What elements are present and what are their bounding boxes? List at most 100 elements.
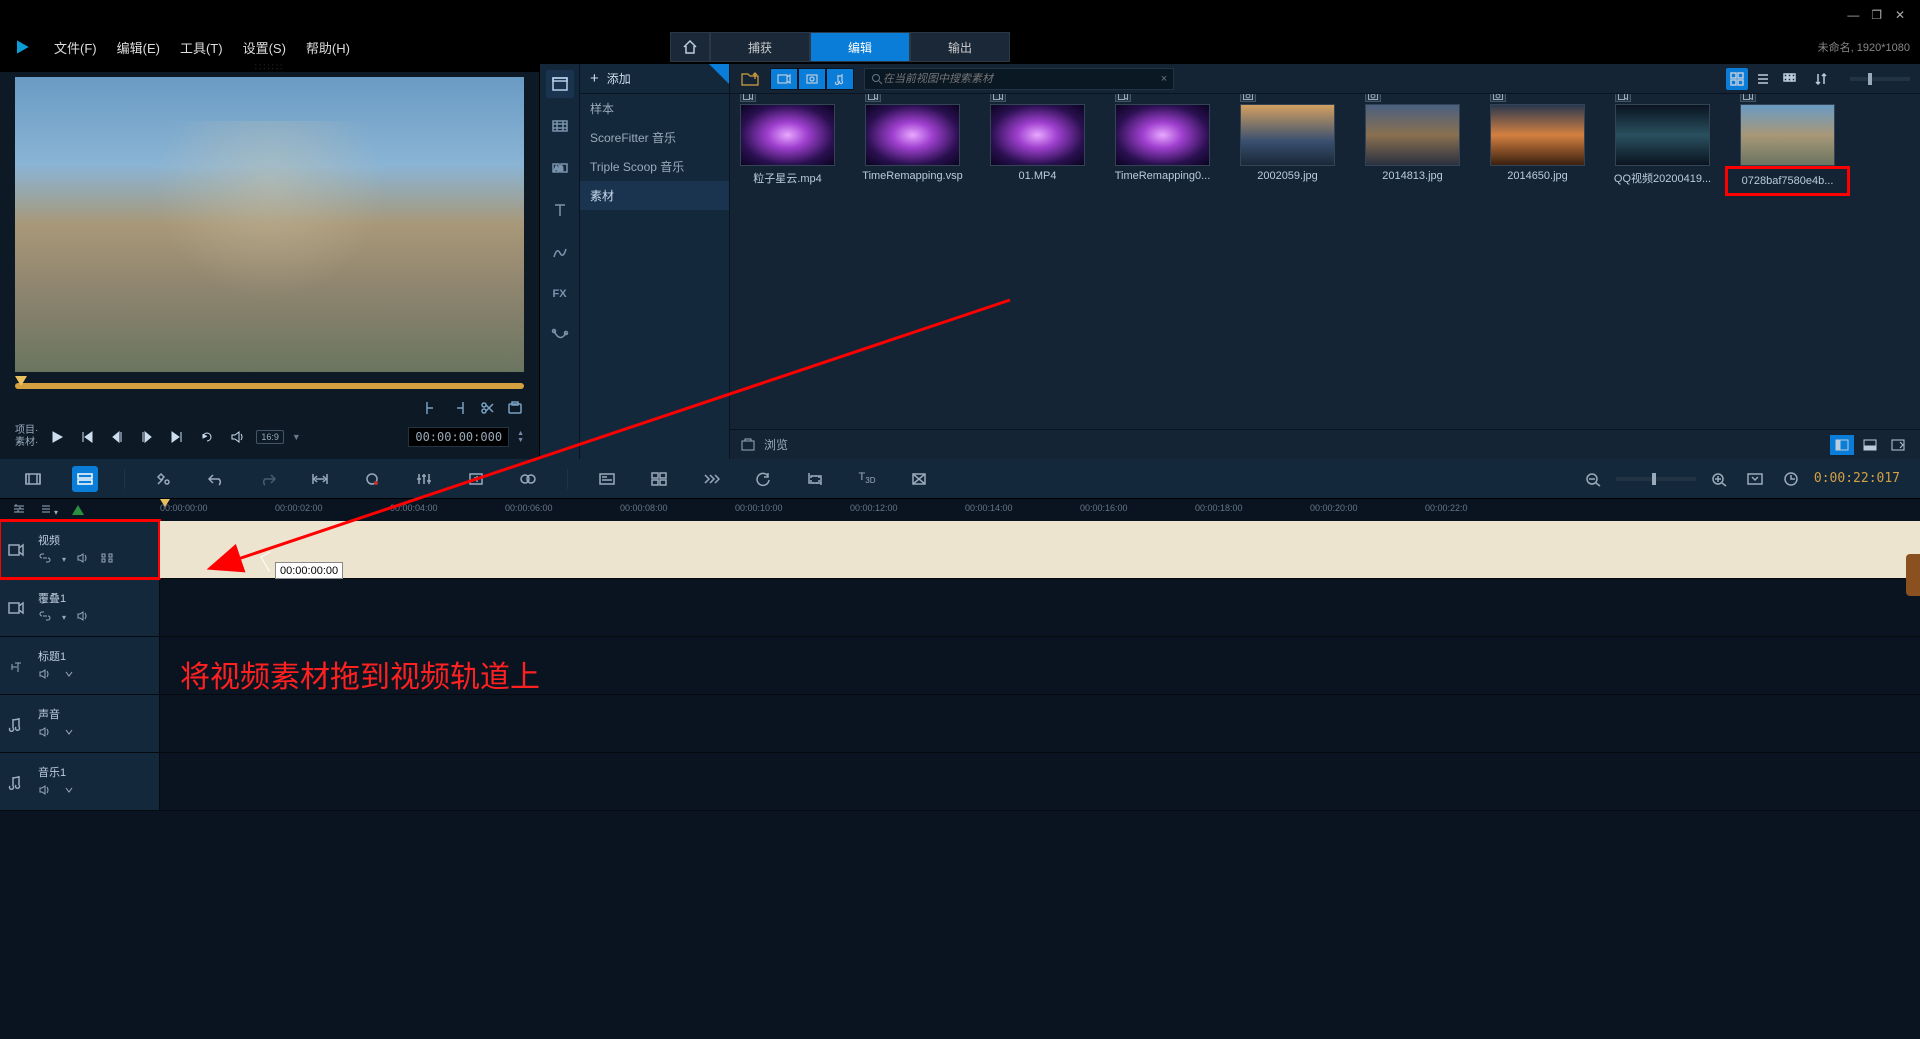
track-header[interactable]: 视频 ▾ [0, 521, 160, 578]
track-body[interactable] [160, 695, 1920, 752]
menu-edit[interactable]: 编辑(E) [117, 38, 160, 57]
mark-in-icon[interactable] [422, 399, 440, 417]
expand-icon[interactable] [62, 726, 76, 741]
multi-camera-icon[interactable] [515, 466, 541, 492]
panel-grip[interactable]: ::::::: [0, 64, 539, 72]
split-icon[interactable] [478, 399, 496, 417]
search-input[interactable] [883, 73, 1161, 85]
expand-icon[interactable] [62, 668, 76, 683]
loop-button[interactable] [196, 426, 218, 448]
rotate-icon[interactable] [750, 466, 776, 492]
chroma-icon[interactable] [906, 466, 932, 492]
track-header[interactable]: 声音 [0, 695, 160, 752]
tree-add-folder[interactable]: +添加 [580, 64, 729, 94]
thumbnail[interactable] [1115, 104, 1210, 166]
undo-icon[interactable] [203, 466, 229, 492]
library-item[interactable]: 2014650.jpg [1490, 104, 1585, 196]
mute-icon[interactable] [76, 610, 90, 625]
tab-capture[interactable]: 捕获 [710, 32, 810, 62]
thumbnail[interactable] [1615, 104, 1710, 166]
library-item[interactable]: TimeRemapping.vsp [865, 104, 960, 196]
pin-icon[interactable] [709, 64, 729, 84]
close-button[interactable]: ✕ [1890, 8, 1910, 22]
menu-file[interactable]: 文件(F) [54, 38, 97, 57]
menu-help[interactable]: 帮助(H) [306, 38, 350, 57]
category-transition-icon[interactable]: AB [546, 154, 574, 182]
preview-timecode[interactable]: 00:00:00:000 [408, 427, 509, 447]
category-media-icon[interactable] [546, 70, 574, 98]
library-item[interactable]: TimeRemapping0... [1115, 104, 1210, 196]
filter-audio-icon[interactable] [826, 68, 854, 90]
thumbnail[interactable] [1365, 104, 1460, 166]
library-item[interactable]: 2002059.jpg [1240, 104, 1335, 196]
category-graphic-icon[interactable] [546, 238, 574, 266]
thumbnail[interactable] [990, 104, 1085, 166]
category-title-icon[interactable] [546, 196, 574, 224]
menu-settings[interactable]: 设置(S) [243, 38, 286, 57]
track-list-icon[interactable]: ▾ [40, 503, 58, 518]
tool-settings-icon[interactable] [151, 466, 177, 492]
link-icon[interactable] [38, 610, 52, 625]
thumbnail[interactable] [740, 104, 835, 166]
category-path-icon[interactable] [546, 322, 574, 350]
mute-icon[interactable] [38, 668, 52, 683]
maximize-button[interactable]: ❐ [1867, 8, 1887, 22]
timeline-ruler[interactable]: 00:00:00:0000:00:02:0000:00:04:0000:00:0… [160, 499, 1920, 521]
panel-toggle-2-icon[interactable] [1858, 435, 1882, 455]
track-header[interactable]: 音乐1 [0, 753, 160, 810]
mute-icon[interactable] [38, 726, 52, 741]
mute-icon[interactable] [38, 784, 52, 799]
crop-icon[interactable] [802, 466, 828, 492]
minimize-button[interactable]: — [1843, 8, 1863, 22]
subtitle-icon[interactable] [594, 466, 620, 492]
play-button[interactable] [46, 426, 68, 448]
audio-mixer-icon[interactable] [411, 466, 437, 492]
next-frame-button[interactable] [136, 426, 158, 448]
mark-out-icon[interactable] [450, 399, 468, 417]
expand-icon[interactable] [62, 784, 76, 799]
import-folder-icon[interactable] [740, 71, 760, 87]
panel-toggle-1-icon[interactable] [1830, 435, 1854, 455]
view-thumbnails-icon[interactable] [1726, 68, 1748, 90]
redo-icon[interactable] [255, 466, 281, 492]
library-item[interactable]: 2014813.jpg [1365, 104, 1460, 196]
speed-icon[interactable] [698, 466, 724, 492]
zoom-out-icon[interactable] [1580, 466, 1606, 492]
track-body[interactable] [160, 521, 1920, 578]
fx-icon[interactable] [100, 552, 114, 567]
library-item[interactable]: 0728baf7580e4b... [1740, 104, 1835, 196]
track-body[interactable] [160, 579, 1920, 636]
timeline-zoom-slider[interactable] [1616, 477, 1696, 481]
tab-output[interactable]: 输出 [910, 32, 1010, 62]
prev-frame-button[interactable] [106, 426, 128, 448]
mute-icon[interactable] [76, 552, 90, 567]
browse-button[interactable]: 浏览 [764, 436, 788, 453]
preview-scrubber[interactable] [15, 379, 524, 393]
track-options-icon[interactable] [12, 503, 26, 518]
category-instant-icon[interactable] [546, 112, 574, 140]
thumbnail[interactable] [1490, 104, 1585, 166]
tree-item-1[interactable]: ScoreFitter 音乐 [580, 123, 729, 152]
filter-video-icon[interactable] [770, 68, 798, 90]
thumbnail-zoom-slider[interactable] [1850, 77, 1910, 81]
category-filter-icon[interactable]: FX [546, 280, 574, 308]
tab-edit[interactable]: 编辑 [810, 32, 910, 62]
link-icon[interactable] [38, 552, 52, 567]
tab-home[interactable] [670, 32, 710, 62]
project-duration-icon[interactable] [1778, 466, 1804, 492]
tree-item-0[interactable]: 样本 [580, 94, 729, 123]
fit-timeline-icon[interactable] [307, 466, 333, 492]
menu-tools[interactable]: 工具(T) [180, 38, 223, 57]
track-layout-icon[interactable] [646, 466, 672, 492]
view-grid-icon[interactable] [1778, 68, 1800, 90]
timeline-view-icon[interactable] [72, 466, 98, 492]
side-handle[interactable] [1906, 554, 1920, 596]
aspect-ratio-badge[interactable]: 16:9 [256, 430, 284, 444]
preview-viewport[interactable] [15, 77, 524, 372]
go-end-button[interactable] [166, 426, 188, 448]
auto-music-icon[interactable] [463, 466, 489, 492]
filter-photo-icon[interactable] [798, 68, 826, 90]
fit-project-icon[interactable] [1742, 466, 1768, 492]
track-body[interactable] [160, 753, 1920, 810]
record-icon[interactable] [359, 466, 385, 492]
